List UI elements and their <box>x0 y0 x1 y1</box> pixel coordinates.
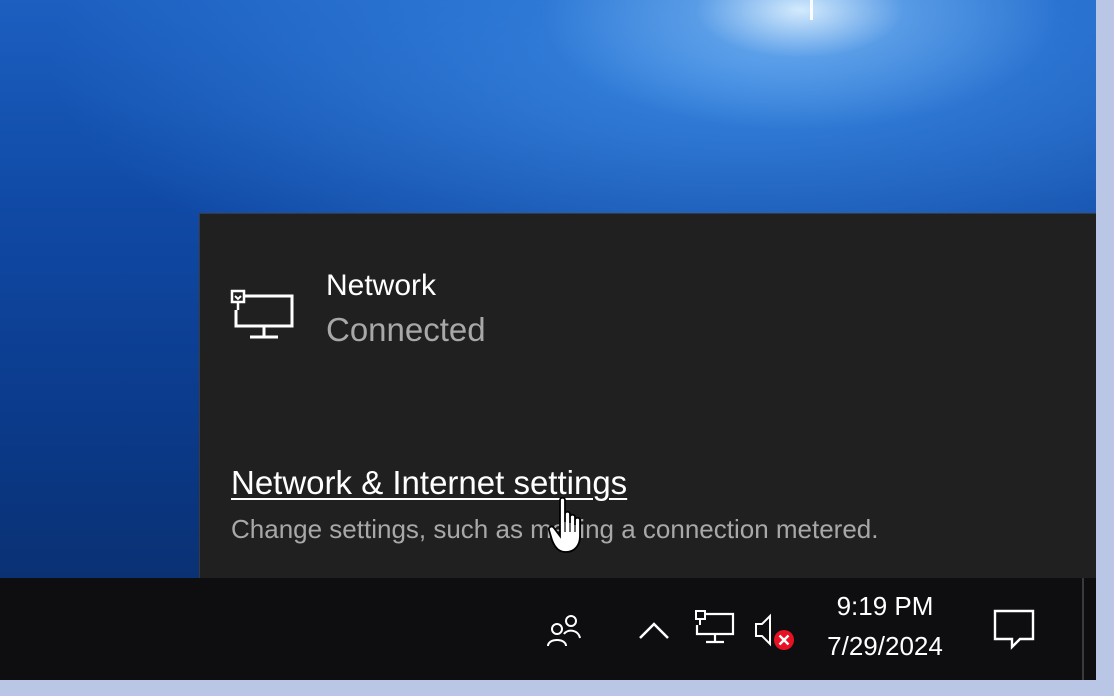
network-status: Connected <box>326 311 486 348</box>
show-desktop-divider[interactable] <box>1082 578 1084 680</box>
network-flyout: Network Connected Network & Internet set… <box>199 213 1096 578</box>
clock-date: 7/29/2024 <box>827 631 943 661</box>
network-name: Network <box>326 269 437 302</box>
network-item[interactable]: Network Connected <box>230 266 486 354</box>
chevron-up-icon[interactable] <box>636 612 672 648</box>
volume-muted-icon[interactable] <box>752 608 798 654</box>
network-monitor-icon[interactable] <box>694 608 736 648</box>
wallpaper-light-beam-vertical <box>810 0 813 20</box>
screen-border-right <box>1096 0 1114 696</box>
people-icon[interactable] <box>544 612 584 652</box>
ethernet-monitor-icon <box>230 289 294 339</box>
screen-border-bottom <box>0 680 1114 696</box>
action-center-icon[interactable] <box>990 606 1038 652</box>
taskbar: 9:19 PM 7/29/2024 <box>0 578 1096 680</box>
clock-time: 9:19 PM <box>836 591 934 621</box>
taskbar-clock[interactable]: 9:19 PM 7/29/2024 <box>812 588 958 668</box>
hand-cursor-icon <box>548 496 581 553</box>
